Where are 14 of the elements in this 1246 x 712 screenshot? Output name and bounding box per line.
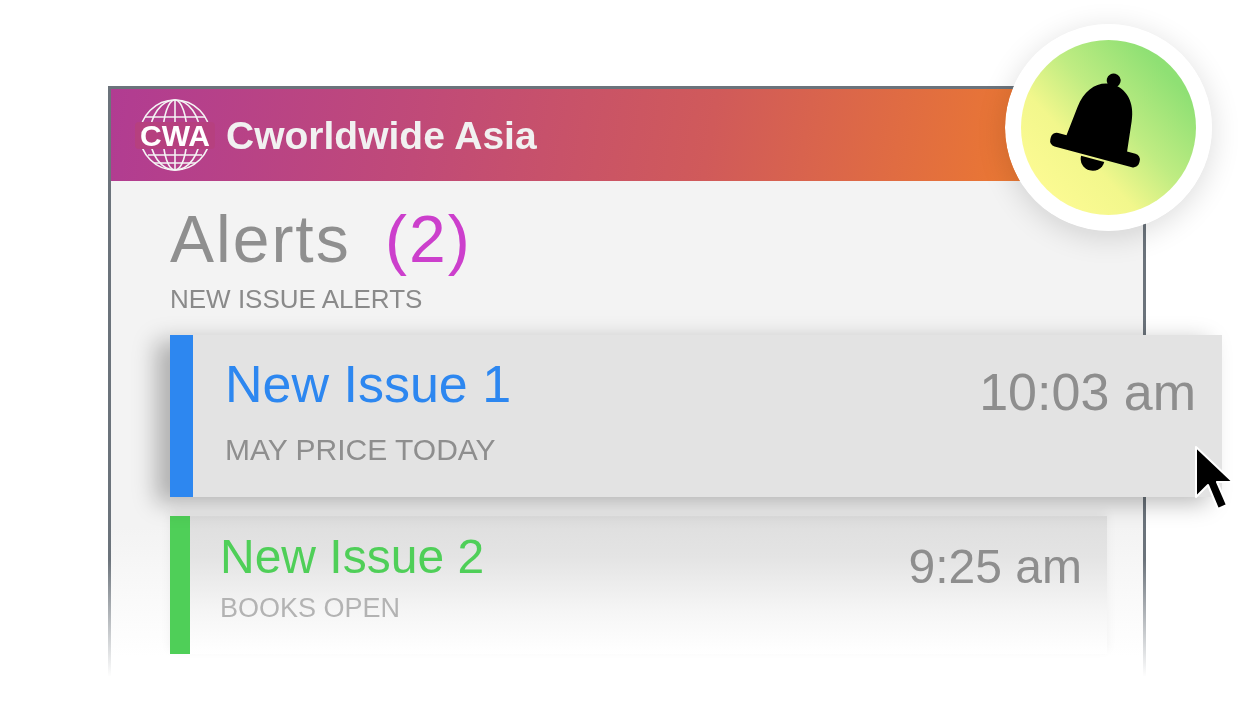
alert-count: (2) [385, 202, 472, 276]
alert-title: New Issue 1 [225, 353, 512, 415]
alert-time: 10:03 am [979, 361, 1196, 423]
bell-icon [1005, 24, 1212, 231]
alert-detail: MAY PRICE TODAY [225, 432, 497, 469]
section-label: NEW ISSUE ALERTS [170, 283, 424, 315]
alert-title: New Issue 2 [220, 529, 485, 586]
brand-title: Cworldwide Asia [226, 115, 537, 155]
alert-time: 9:25 am [908, 539, 1082, 596]
alerts-title: Alerts [170, 202, 351, 276]
alert-detail: BOOKS OPEN [220, 591, 402, 625]
alert-card[interactable]: New Issue 2 BOOKS OPEN 9:25 am [170, 516, 1107, 655]
alert-card[interactable]: New Issue 1 MAY PRICE TODAY 10:03 am [170, 334, 1222, 498]
logo-text: CWA [140, 119, 210, 152]
